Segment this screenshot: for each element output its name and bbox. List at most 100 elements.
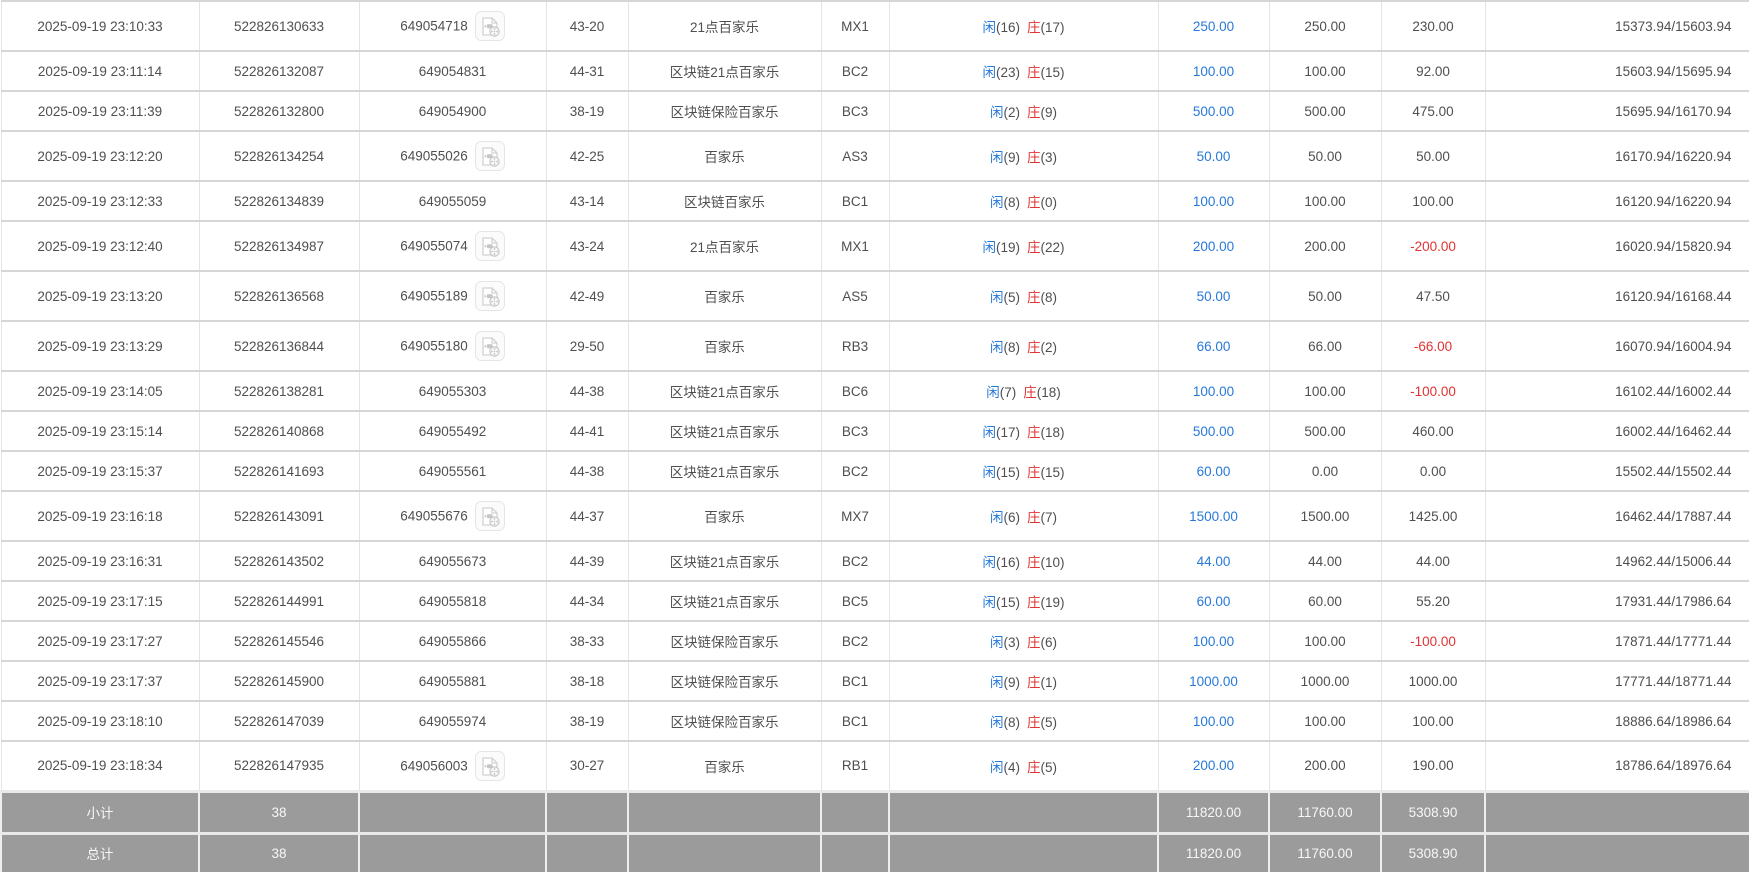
empty-cell bbox=[545, 789, 629, 833]
subtotal-bet-amount: 11820.00 bbox=[1157, 789, 1270, 833]
player-banker-cell: 闲(8) 庄(5) bbox=[888, 700, 1159, 742]
banker-count: (15) bbox=[1040, 465, 1065, 480]
banker-count: (19) bbox=[1040, 595, 1065, 610]
banker-label: 庄 bbox=[1027, 340, 1041, 355]
game-round-cell: 649055303 bbox=[358, 370, 547, 412]
banker-label: 庄 bbox=[1027, 555, 1041, 570]
game-round-number: 649054831 bbox=[418, 63, 487, 79]
bet-amount-link[interactable]: 1000.00 bbox=[1157, 660, 1270, 702]
player-banker-cell: 闲(7) 庄(18) bbox=[888, 370, 1159, 412]
balance-before-after: 17871.44/17771.44 bbox=[1484, 620, 1749, 662]
player-label: 闲 bbox=[990, 150, 1004, 165]
valid-amount: 100.00 bbox=[1268, 180, 1382, 222]
shoe-round-score: 44-39 bbox=[545, 540, 629, 582]
bet-amount-link[interactable]: 200.00 bbox=[1157, 740, 1270, 792]
balance-before-after: 16102.44/16002.44 bbox=[1484, 370, 1749, 412]
bet-amount-link[interactable]: 60.00 bbox=[1157, 580, 1270, 622]
bet-serial-number: 522826143502 bbox=[198, 540, 360, 582]
bet-time: 2025-09-19 23:13:29 bbox=[0, 320, 200, 372]
bet-serial-number: 522826132800 bbox=[198, 90, 360, 132]
shoe-round-score: 30-27 bbox=[545, 740, 629, 792]
bet-serial-number: 522826145900 bbox=[198, 660, 360, 702]
table-code: RB1 bbox=[820, 740, 890, 792]
game-name: 百家乐 bbox=[627, 320, 822, 372]
bet-serial-number: 522826140868 bbox=[198, 410, 360, 452]
player-label: 闲 bbox=[990, 715, 1004, 730]
bet-amount-link[interactable]: 200.00 bbox=[1157, 220, 1270, 272]
shoe-round-score: 38-18 bbox=[545, 660, 629, 702]
bet-serial-number: 522826141693 bbox=[198, 450, 360, 492]
player-count: (16) bbox=[995, 555, 1020, 570]
balance-before-after: 16002.44/16462.44 bbox=[1484, 410, 1749, 452]
bet-amount-link[interactable]: 50.00 bbox=[1157, 270, 1270, 322]
game-round-cell: 649055492 bbox=[358, 410, 547, 452]
banker-label: 庄 bbox=[1027, 65, 1041, 80]
banker-label: 庄 bbox=[1023, 385, 1037, 400]
table-row: 2025-09-19 23:13:20 522826136568 6490551… bbox=[0, 270, 1749, 322]
balance-before-after: 15695.94/16170.94 bbox=[1484, 90, 1749, 132]
subtotal-count: 38 bbox=[198, 789, 360, 833]
bet-amount-link[interactable]: 50.00 bbox=[1157, 130, 1270, 182]
game-name: 百家乐 bbox=[627, 490, 822, 542]
video-icon[interactable] bbox=[474, 11, 505, 41]
table-row: 2025-09-19 23:15:37 522826141693 6490555… bbox=[0, 450, 1749, 492]
bet-amount-link[interactable]: 66.00 bbox=[1157, 320, 1270, 372]
game-round-cell: 649055059 bbox=[358, 180, 547, 222]
bet-serial-number: 522826147039 bbox=[198, 700, 360, 742]
game-name: 区块链21点百家乐 bbox=[627, 50, 822, 92]
game-name: 区块链百家乐 bbox=[627, 180, 822, 222]
bet-time: 2025-09-19 23:12:40 bbox=[0, 220, 200, 272]
banker-label: 庄 bbox=[1027, 240, 1041, 255]
shoe-round-score: 44-41 bbox=[545, 410, 629, 452]
bet-amount-link[interactable]: 44.00 bbox=[1157, 540, 1270, 582]
video-icon[interactable] bbox=[474, 281, 505, 311]
bet-amount-link[interactable]: 100.00 bbox=[1157, 180, 1270, 222]
bet-amount-link[interactable]: 60.00 bbox=[1157, 450, 1270, 492]
table-row: 2025-09-19 23:11:14 522826132087 6490548… bbox=[0, 50, 1749, 92]
bet-amount-link[interactable]: 100.00 bbox=[1157, 700, 1270, 742]
table-code: BC1 bbox=[820, 700, 890, 742]
video-icon[interactable] bbox=[474, 501, 505, 531]
bet-time: 2025-09-19 23:12:20 bbox=[0, 130, 200, 182]
bet-amount-link[interactable]: 500.00 bbox=[1157, 410, 1270, 452]
winloss-amount: 460.00 bbox=[1380, 410, 1486, 452]
banker-label: 庄 bbox=[1027, 105, 1041, 120]
banker-count: (22) bbox=[1040, 240, 1065, 255]
valid-amount: 50.00 bbox=[1268, 130, 1382, 182]
game-round-number: 649055561 bbox=[418, 463, 487, 479]
shoe-round-score: 44-38 bbox=[545, 370, 629, 412]
banker-count: (5) bbox=[1040, 715, 1058, 730]
bet-amount-link[interactable]: 1500.00 bbox=[1157, 490, 1270, 542]
bet-amount-link[interactable]: 250.00 bbox=[1157, 0, 1270, 52]
game-round-cell: 649056003 bbox=[358, 740, 547, 792]
bet-time: 2025-09-19 23:11:39 bbox=[0, 90, 200, 132]
banker-label: 庄 bbox=[1027, 635, 1041, 650]
bet-amount-link[interactable]: 100.00 bbox=[1157, 370, 1270, 412]
balance-before-after: 18886.64/18986.64 bbox=[1484, 700, 1749, 742]
player-count: (15) bbox=[995, 465, 1020, 480]
valid-amount: 250.00 bbox=[1268, 0, 1382, 52]
video-icon[interactable] bbox=[474, 141, 505, 171]
game-round-cell: 649055866 bbox=[358, 620, 547, 662]
video-icon[interactable] bbox=[474, 750, 505, 781]
banker-label: 庄 bbox=[1027, 675, 1041, 690]
banker-label: 庄 bbox=[1027, 195, 1041, 210]
bet-time: 2025-09-19 23:17:37 bbox=[0, 660, 200, 702]
game-round-number: 649055866 bbox=[418, 633, 487, 649]
bet-amount-link[interactable]: 500.00 bbox=[1157, 90, 1270, 132]
video-icon[interactable] bbox=[474, 331, 505, 361]
shoe-round-score: 44-37 bbox=[545, 490, 629, 542]
player-label: 闲 bbox=[982, 595, 996, 610]
winloss-amount: 44.00 bbox=[1380, 540, 1486, 582]
bet-amount-link[interactable]: 100.00 bbox=[1157, 620, 1270, 662]
player-count: (6) bbox=[1003, 510, 1021, 525]
shoe-round-score: 43-20 bbox=[545, 0, 629, 52]
game-round-cell: 649055074 bbox=[358, 220, 547, 272]
game-round-number: 649055673 bbox=[418, 553, 487, 569]
game-round-number: 649055059 bbox=[418, 193, 487, 209]
table-row: 2025-09-19 23:18:34 522826147935 6490560… bbox=[0, 740, 1749, 792]
bet-amount-link[interactable]: 100.00 bbox=[1157, 50, 1270, 92]
bet-serial-number: 522826134254 bbox=[198, 130, 360, 182]
video-icon[interactable] bbox=[474, 231, 505, 261]
shoe-round-score: 38-19 bbox=[545, 700, 629, 742]
